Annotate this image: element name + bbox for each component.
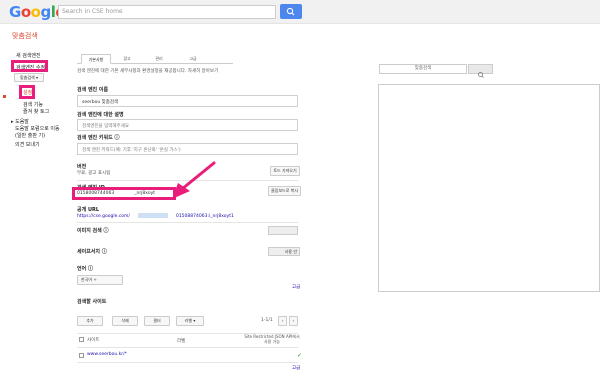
- highlight-settings: [19, 85, 35, 99]
- add-site-button[interactable]: 추가: [77, 316, 103, 326]
- name-label: 검색 엔진 이름: [77, 87, 109, 93]
- sites-label: 검색할 사이트: [77, 299, 107, 305]
- help-icon[interactable]: ⓘ: [102, 249, 107, 255]
- tab-bar: 기본사항 광고 관리 고급: [77, 54, 233, 64]
- advanced-link-2[interactable]: 고급: [292, 365, 300, 371]
- select-all-checkbox[interactable]: [79, 337, 84, 342]
- col-label: 라벨: [177, 339, 186, 344]
- table-bottom-border: [77, 362, 298, 363]
- help-forum-sub: (일반 출판 기): [15, 133, 46, 139]
- safesearch-label: 세이프서치 ⓘ: [77, 248, 107, 255]
- sidebar-item-stats[interactable]: 즐겨 찾 토그: [23, 108, 49, 115]
- magnifier-icon: [478, 72, 484, 78]
- preview-search-input[interactable]: 맞춤검색: [379, 64, 467, 74]
- intro-body: 검색 엔진에 대한 기본 세부사항과 환경설정을 재공합니다. 자세히 알아보기: [77, 69, 219, 74]
- keywords-field[interactable]: 검색 엔진 키워드(예: 기후 '지구 온난화' '온실 가스'): [77, 143, 298, 155]
- label-dropdown-text: 라벨: [184, 318, 193, 323]
- help-icon[interactable]: ⓘ: [88, 266, 93, 272]
- highlight-edit-engine: [11, 60, 48, 72]
- prev-page-button[interactable]: ‹: [278, 316, 287, 326]
- region-value: 한국어: [81, 277, 93, 282]
- col-site: 사이트: [87, 338, 100, 343]
- tab-basics[interactable]: 기본사항: [81, 54, 111, 64]
- pagination-text: 1-1/1: [261, 318, 273, 323]
- sidebar-item-help[interactable]: ▸ 도움말: [11, 118, 29, 125]
- intro-text: 검색 엔진에 대한 기본 세부사항과 환경설정을 재공합니다. 자세히 알아보기: [77, 68, 218, 74]
- public-url-text: https://cse.google.com/: [77, 214, 130, 219]
- delete-site-button[interactable]: 삭제: [112, 316, 138, 326]
- highlight-engine-id: [72, 187, 176, 200]
- preview-search-button[interactable]: [468, 64, 493, 78]
- sidebar-item-search-features[interactable]: 검색 기능: [23, 101, 43, 108]
- new-engine-link[interactable]: 새 검색엔진: [16, 52, 41, 59]
- product-title: 맞춤검색: [12, 32, 38, 40]
- engine-select[interactable]: 맞춤검색 ▾: [14, 73, 44, 82]
- tab-ads[interactable]: 광고: [115, 54, 139, 64]
- tab-admin[interactable]: 관리: [147, 54, 171, 64]
- check-icon: ✓: [297, 352, 303, 359]
- send-feedback-link[interactable]: 의견 보내기: [15, 141, 40, 148]
- safesearch-toggle[interactable]: 사용 안: [268, 247, 300, 256]
- next-page-button[interactable]: ›: [289, 316, 298, 326]
- image-search-label: 이미지 검색 ⓘ: [77, 227, 109, 234]
- edition-value: 무료, 광고 표시됨: [77, 171, 111, 176]
- engine-select-label: 맞춤검색: [19, 75, 35, 80]
- logo-letter: g: [40, 3, 51, 21]
- help-forum-link[interactable]: 도움말 포럼으로 이동: [15, 125, 60, 132]
- row-checkbox[interactable]: [79, 353, 84, 358]
- keywords-label-text: 검색 엔진 키워드: [77, 135, 113, 141]
- help-icon[interactable]: ⓘ: [114, 135, 119, 141]
- region-select[interactable]: 한국어 ÷: [77, 275, 123, 285]
- tab-advanced[interactable]: 고급: [181, 54, 205, 64]
- logo-letter: o: [30, 3, 41, 21]
- image-search-label-text: 이미지 검색: [77, 228, 102, 234]
- region-label: 언어 ⓘ: [77, 265, 93, 272]
- help-icon[interactable]: ⓘ: [104, 228, 109, 234]
- preview-results-panel: [378, 84, 600, 292]
- edition-label: 버전: [77, 164, 87, 170]
- logo-letter: o: [20, 3, 31, 21]
- col-json-api: Site Restricted JSON API에서 사용 가능: [244, 334, 300, 344]
- table-header-border: [77, 347, 298, 348]
- search-input[interactable]: Search in CSE home: [58, 5, 276, 19]
- advanced-link[interactable]: 고급: [292, 284, 300, 290]
- magnifier-icon: [286, 7, 295, 16]
- site-row-link[interactable]: www.seerbou.kr/*: [87, 352, 127, 357]
- divider: [77, 222, 298, 223]
- region-label-text: 언어: [77, 266, 87, 272]
- google-logo[interactable]: Google: [9, 3, 66, 21]
- public-url-link[interactable]: https://cse.google.com/01508874063:i_nrj…: [77, 213, 234, 219]
- copy-clipboard-button[interactable]: 클립보드로 복사: [268, 186, 301, 196]
- name-field[interactable]: seerbou 맞춤검색: [77, 95, 298, 107]
- image-search-toggle[interactable]: [268, 226, 298, 235]
- annotation-arrow-icon: [172, 161, 216, 199]
- filter-button[interactable]: 필터: [144, 316, 170, 326]
- public-url-suffix: 01508874063:i_nrj8xoyt1: [175, 214, 234, 219]
- label-dropdown-button[interactable]: 라벨 ▾: [176, 316, 204, 326]
- active-indicator: [3, 95, 6, 98]
- get-code-button[interactable]: 토드 가져오기: [270, 166, 300, 176]
- public-url-label: 공개 URL: [77, 207, 100, 213]
- safesearch-label-text: 세이프서치: [77, 249, 101, 255]
- logo-letter: G: [9, 3, 21, 21]
- desc-label: 검색 엔진에 대한 설명: [77, 112, 124, 118]
- search-button[interactable]: [280, 4, 302, 19]
- desc-field[interactable]: 검색엔진을 입력해주세요: [77, 119, 298, 131]
- keywords-label: 검색 엔진 키워드 ⓘ: [77, 134, 119, 141]
